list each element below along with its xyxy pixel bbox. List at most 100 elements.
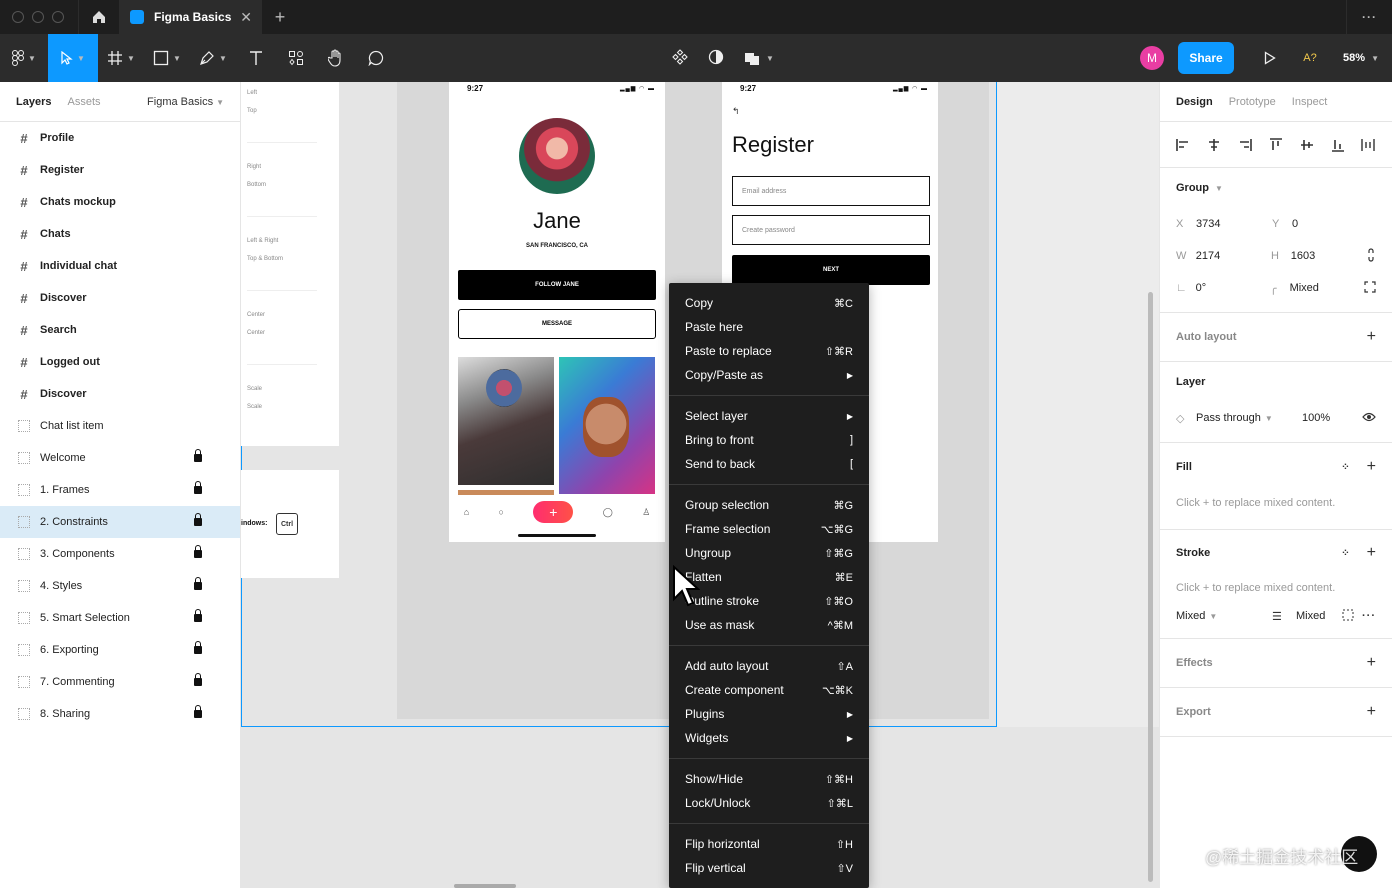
layer-item[interactable]: 3. Components	[0, 538, 240, 570]
mask-icon[interactable]	[708, 49, 724, 68]
lock-icon[interactable]	[194, 577, 202, 590]
lock-icon[interactable]	[194, 705, 202, 718]
lock-icon[interactable]	[194, 673, 202, 686]
menu-item[interactable]: Frame selection ⌥⌘G	[669, 517, 869, 541]
layer-item[interactable]: # Individual chat	[0, 250, 240, 282]
lock-icon[interactable]	[194, 481, 202, 494]
align-vertical-center-icon[interactable]	[1299, 137, 1315, 153]
layer-item[interactable]: # Register	[0, 154, 240, 186]
layer-item[interactable]: Welcome	[0, 442, 240, 474]
add-fill-icon[interactable]: +	[1367, 458, 1376, 476]
more-options-icon[interactable]: ···	[1362, 610, 1376, 622]
layer-item[interactable]: 5. Smart Selection	[0, 602, 240, 634]
comment-tool-button[interactable]	[356, 34, 396, 82]
menu-item[interactable]: Select layer ▶	[669, 404, 869, 428]
tab-prototype[interactable]: Prototype	[1229, 96, 1276, 108]
pen-tool-button[interactable]: ▼	[190, 34, 236, 82]
home-button[interactable]	[78, 0, 120, 34]
tab-figma-basics[interactable]: Figma Basics ✕	[120, 0, 262, 34]
shape-tool-button[interactable]: ▼	[144, 34, 190, 82]
email-field[interactable]: Email address	[732, 176, 930, 206]
layer-item[interactable]: # Profile	[0, 122, 240, 154]
present-button[interactable]	[1250, 34, 1290, 82]
layer-item[interactable]: # Chats	[0, 218, 240, 250]
tab-inspect[interactable]: Inspect	[1292, 96, 1327, 108]
maximize-window-button[interactable]	[52, 11, 64, 23]
frame-tool-button[interactable]: ▼	[98, 34, 144, 82]
layer-item[interactable]: 8. Sharing	[0, 698, 240, 730]
layer-item[interactable]: # Discover	[0, 378, 240, 410]
align-right-icon[interactable]	[1237, 137, 1253, 153]
corner-radius-input[interactable]: Mixed	[1290, 282, 1364, 294]
layer-item[interactable]: 7. Commenting	[0, 666, 240, 698]
menu-item[interactable]: Paste to replace ⇧⌘R	[669, 339, 869, 363]
vertical-scrollbar[interactable]	[1148, 292, 1153, 882]
width-input[interactable]: 2174	[1196, 250, 1271, 262]
lock-icon[interactable]	[194, 641, 202, 654]
add-post-button[interactable]: +	[533, 501, 574, 523]
component-icon[interactable]	[672, 48, 688, 68]
align-bottom-icon[interactable]	[1330, 137, 1346, 153]
add-stroke-icon[interactable]: +	[1367, 544, 1376, 562]
back-arrow-icon[interactable]: ↰	[732, 106, 740, 117]
close-tab-icon[interactable]: ✕	[240, 9, 252, 26]
distribute-icon[interactable]	[1360, 137, 1376, 153]
avatar[interactable]: M	[1140, 46, 1164, 70]
resources-button[interactable]	[276, 34, 316, 82]
lock-icon[interactable]	[194, 609, 202, 622]
align-horizontal-center-icon[interactable]	[1206, 137, 1222, 153]
stroke-position-select[interactable]: Mixed ▼	[1176, 610, 1272, 622]
constrain-proportions-icon[interactable]	[1366, 247, 1376, 265]
menu-item[interactable]: Create component ⌥⌘K	[669, 678, 869, 702]
opacity-input[interactable]: 100%	[1302, 412, 1342, 424]
layer-item[interactable]: 6. Exporting	[0, 634, 240, 666]
menu-item[interactable]: Plugins ▶	[669, 702, 869, 726]
eye-icon[interactable]	[1362, 412, 1376, 425]
search-icon[interactable]: ○	[499, 507, 504, 517]
lock-icon[interactable]	[194, 513, 202, 526]
password-field[interactable]: Create password	[732, 215, 930, 245]
text-tool-button[interactable]	[236, 34, 276, 82]
profile-icon[interactable]: ♙	[642, 507, 650, 518]
height-input[interactable]: 1603	[1291, 250, 1366, 262]
layer-item[interactable]: 2. Constraints	[0, 506, 240, 538]
menu-item[interactable]: Copy/Paste as ▶	[669, 363, 869, 387]
menu-item[interactable]: Add auto layout ⇧A	[669, 654, 869, 678]
tab-assets[interactable]: Assets	[67, 96, 100, 108]
layer-item[interactable]: # Chats mockup	[0, 186, 240, 218]
menu-item[interactable]: Use as mask ^⌘M	[669, 613, 869, 637]
y-input[interactable]: 0	[1292, 218, 1368, 230]
close-window-button[interactable]	[12, 11, 24, 23]
add-export-icon[interactable]: +	[1367, 703, 1376, 721]
chat-icon[interactable]: ◯	[603, 507, 613, 518]
layer-item[interactable]: # Discover	[0, 282, 240, 314]
menu-item[interactable]: Bring to front]	[669, 428, 869, 452]
page-selector[interactable]: Figma Basics ▼	[147, 96, 224, 108]
blend-mode-select[interactable]: Pass through ▼	[1196, 412, 1302, 424]
menu-item[interactable]: Send to back [	[669, 452, 869, 476]
minimize-window-button[interactable]	[32, 11, 44, 23]
more-options-button[interactable]: ···	[1346, 0, 1392, 34]
menu-item[interactable]: Widgets ▶	[669, 726, 869, 750]
hand-tool-button[interactable]	[316, 34, 356, 82]
tab-layers[interactable]: Layers	[16, 96, 51, 108]
x-input[interactable]: 3734	[1196, 218, 1272, 230]
menu-item[interactable]: Group selection ⌘G	[669, 493, 869, 517]
profile-frame[interactable]: 9:27 ▂▄▆ ◠ ▬ Jane SAN FRANCISCO, CA FOLL…	[449, 82, 665, 542]
zoom-menu-button[interactable]: 58% ▼	[1330, 52, 1392, 64]
menu-item[interactable]: Flip vertical ⇧V	[669, 856, 869, 880]
menu-item[interactable]: Flip horizontal ⇧H	[669, 832, 869, 856]
next-button[interactable]: NEXT	[732, 255, 930, 285]
menu-item[interactable]: Ungroup ⇧⌘G	[669, 541, 869, 565]
layer-item[interactable]: 1. Frames	[0, 474, 240, 506]
main-menu-button[interactable]: ▼	[0, 34, 48, 82]
menu-item[interactable]: Lock/Unlock ⇧⌘L	[669, 791, 869, 815]
lock-icon[interactable]	[194, 449, 202, 462]
rotation-input[interactable]: 0°	[1196, 282, 1270, 294]
styles-grid-icon[interactable]: ⁘	[1341, 548, 1349, 559]
add-auto-layout-icon[interactable]: +	[1367, 328, 1376, 346]
move-tool-button[interactable]: ▼	[48, 34, 98, 82]
layer-item[interactable]: Chat list item	[0, 410, 240, 442]
lock-icon[interactable]	[194, 545, 202, 558]
align-top-icon[interactable]	[1268, 137, 1284, 153]
